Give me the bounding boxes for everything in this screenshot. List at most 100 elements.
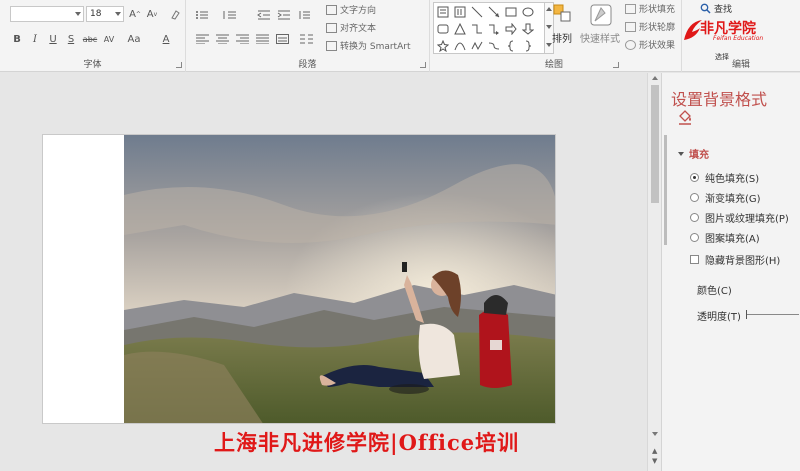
shadow-button[interactable]: S — [66, 32, 76, 46]
slide-photo[interactable] — [124, 135, 555, 423]
hide-background-option[interactable]: 隐藏背景图形(H) — [690, 252, 780, 267]
font-size-combo[interactable]: 18 — [86, 6, 124, 22]
grow-font-icon[interactable]: A ^ — [128, 7, 142, 21]
arrow-line-shape-icon[interactable] — [487, 5, 501, 19]
dialog-launcher-icon[interactable] — [613, 62, 619, 68]
transparency-slider-thumb[interactable] — [746, 310, 747, 319]
align-text-label: 对齐文本 — [340, 24, 377, 34]
pane-title: 设置背景格式 — [671, 90, 768, 109]
rectangle-shape-icon[interactable] — [504, 5, 518, 19]
rounded-rect-shape-icon[interactable] — [436, 22, 450, 36]
find-button[interactable]: 查找 — [700, 2, 732, 15]
justify-icon[interactable] — [254, 32, 270, 46]
slide-editing-area[interactable] — [0, 73, 647, 471]
scroll-up-icon[interactable] — [652, 76, 658, 80]
slide[interactable] — [42, 134, 556, 424]
underline-button[interactable]: U — [48, 32, 58, 46]
pattern-fill-label: 图案填充(A) — [705, 234, 760, 245]
shape-fill-label: 形状填充 — [639, 5, 676, 15]
solid-fill-label: 纯色填充(S) — [705, 174, 760, 185]
bold-button[interactable]: B — [12, 32, 22, 46]
chevron-down-icon[interactable] — [75, 12, 81, 16]
chevron-down-icon[interactable] — [115, 12, 121, 16]
ribbon: 18 A ^ Av B I U S abc AV Aa A 字体 文字方向 对齐… — [0, 0, 800, 72]
text-direction-button[interactable]: 文字方向 — [326, 3, 376, 16]
strikethrough-button[interactable]: abc — [82, 32, 98, 46]
pattern-fill-option[interactable]: 图案填充(A) — [690, 230, 760, 245]
oval-shape-icon[interactable] — [521, 5, 535, 19]
convert-smartart-button[interactable]: 转换为 SmartArt — [326, 39, 410, 52]
scroll-down-icon[interactable] — [652, 432, 658, 436]
increase-indent-icon[interactable] — [276, 8, 292, 22]
fill-section-label: 填充 — [689, 150, 709, 161]
right-brace-shape-icon[interactable] — [521, 39, 535, 53]
drawing-group-label: 绘图 — [545, 60, 564, 70]
shape-fill-button[interactable]: 形状填充 — [625, 2, 675, 15]
transparency-slider[interactable] — [747, 314, 799, 315]
fill-bucket-icon[interactable] — [677, 109, 693, 128]
fill-section-header[interactable]: 填充 — [678, 146, 709, 161]
vertical-scrollbar[interactable]: ▲ ▼ — [647, 73, 661, 471]
elbow-arrow-connector-icon[interactable] — [487, 22, 501, 36]
right-arrow-shape-icon[interactable] — [504, 22, 518, 36]
change-case-button[interactable]: Aa — [125, 32, 143, 46]
star-shape-icon[interactable] — [436, 39, 450, 53]
shrink-font-icon[interactable]: Av — [145, 7, 159, 21]
shape-outline-button[interactable]: 形状轮廓 — [625, 20, 675, 33]
font-name-combo[interactable] — [10, 6, 84, 22]
convert-smartart-label: 转换为 SmartArt — [340, 42, 411, 52]
gradient-fill-option[interactable]: 渐变填充(G) — [690, 190, 761, 205]
next-slide-icon[interactable]: ▼ — [652, 457, 657, 465]
clear-format-icon[interactable] — [168, 7, 182, 21]
pencil-icon — [625, 21, 636, 32]
align-text-button[interactable]: 对齐文本 — [326, 21, 376, 34]
arrange-icon — [553, 4, 571, 22]
smartart-icon — [326, 40, 337, 51]
search-icon — [700, 3, 711, 14]
radio-gradient-fill[interactable] — [690, 193, 699, 202]
bullets-icon[interactable] — [194, 8, 210, 22]
font-color-button[interactable]: A — [160, 32, 172, 46]
gradient-fill-label: 渐变填充(G) — [705, 194, 761, 205]
radio-pattern-fill[interactable] — [690, 233, 699, 242]
radio-solid-fill[interactable] — [690, 173, 699, 182]
quick-styles-button[interactable]: 快速样式 — [580, 3, 620, 51]
align-center-icon[interactable] — [214, 32, 230, 46]
line-shape-icon[interactable] — [470, 5, 484, 19]
elbow-connector-icon[interactable] — [470, 22, 484, 36]
shape-effects-button[interactable]: 形状效果 — [625, 38, 675, 51]
down-arrow-shape-icon[interactable] — [521, 22, 535, 36]
font-size-value: 18 — [90, 9, 102, 19]
previous-slide-icon[interactable]: ▲ — [652, 447, 657, 455]
picture-fill-option[interactable]: 图片或纹理填充(P) — [690, 210, 789, 225]
numbering-icon[interactable] — [222, 8, 238, 22]
curve-shape-icon[interactable] — [453, 39, 467, 53]
align-left-icon[interactable] — [194, 32, 210, 46]
left-brace-shape-icon[interactable] — [504, 39, 518, 53]
decrease-indent-icon[interactable] — [256, 8, 272, 22]
logo-subtext: Feifan Education — [713, 35, 764, 42]
italic-button[interactable]: I — [30, 32, 40, 46]
textbox-shape-icon[interactable] — [436, 5, 450, 19]
triangle-shape-icon[interactable] — [453, 22, 467, 36]
shapes-gallery[interactable] — [433, 2, 545, 54]
radio-picture-fill[interactable] — [690, 213, 699, 222]
curved-connector-icon[interactable] — [487, 39, 501, 53]
dialog-launcher-icon[interactable] — [420, 62, 426, 68]
dialog-launcher-icon[interactable] — [176, 62, 182, 68]
freeform-shape-icon[interactable] — [470, 39, 484, 53]
pane-scrollbar-thumb[interactable] — [664, 135, 667, 245]
align-right-icon[interactable] — [234, 32, 250, 46]
pane-scrollbar[interactable] — [662, 123, 670, 245]
line-spacing-icon[interactable] — [298, 8, 312, 22]
char-spacing-button[interactable]: AV — [101, 32, 117, 46]
columns-icon[interactable] — [298, 32, 314, 46]
solid-fill-option[interactable]: 纯色填充(S) — [690, 170, 759, 185]
powerpoint-window: 18 A ^ Av B I U S abc AV Aa A 字体 文字方向 对齐… — [0, 0, 800, 471]
paragraph-group: 文字方向 对齐文本 转换为 SmartArt 段落 — [186, 0, 430, 72]
vertical-textbox-shape-icon[interactable] — [453, 5, 467, 19]
distributed-icon[interactable] — [274, 32, 290, 46]
hide-background-checkbox[interactable] — [690, 255, 699, 264]
scrollbar-thumb[interactable] — [651, 85, 659, 203]
arrange-button[interactable]: 排列 — [552, 3, 576, 51]
